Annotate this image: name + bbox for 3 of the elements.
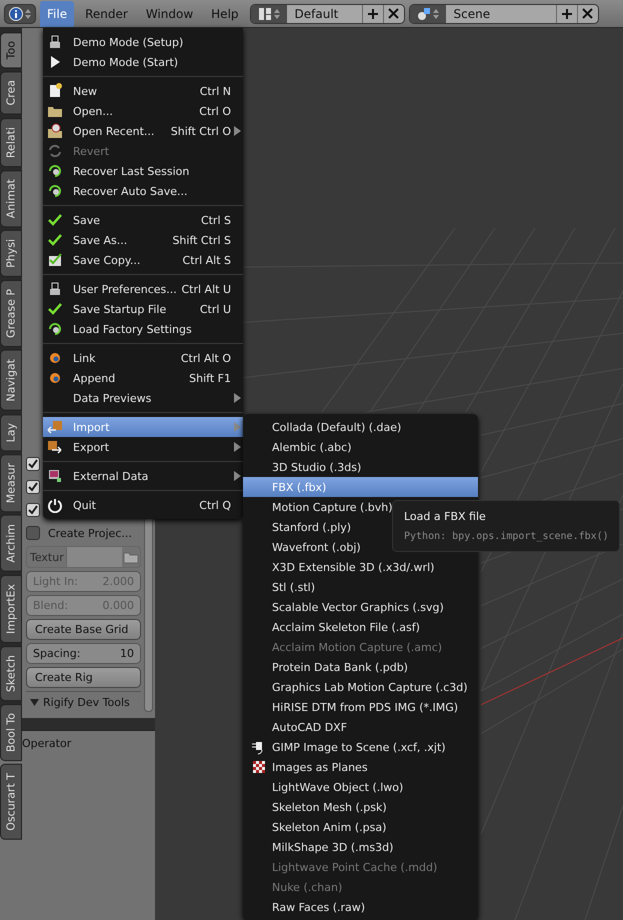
checkbox-label: Create Projec... bbox=[48, 526, 132, 540]
python-hint: Python: bpy.ops.import_scene.fbx() bbox=[404, 531, 608, 542]
tooltip-title: Load a FBX file bbox=[404, 510, 487, 523]
